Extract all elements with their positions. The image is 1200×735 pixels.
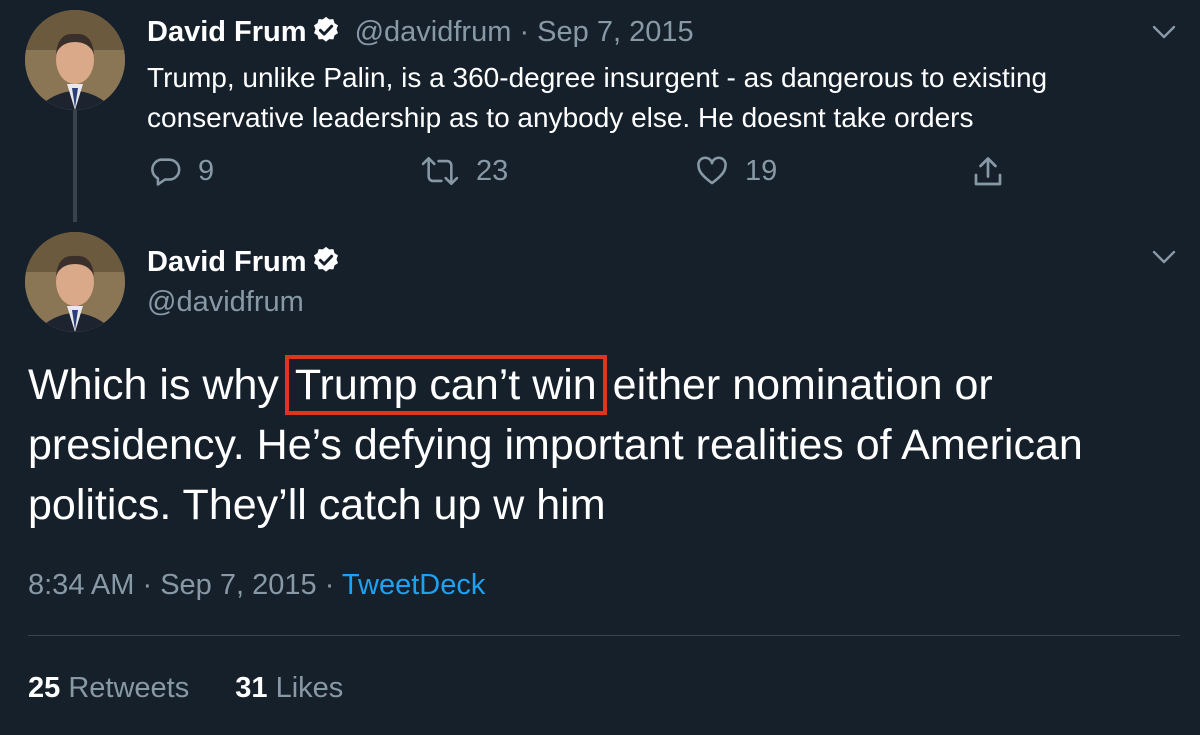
divider <box>28 635 1180 636</box>
tweet-source-link[interactable]: TweetDeck <box>342 569 485 601</box>
retweet-icon <box>420 154 460 188</box>
separator: · <box>519 16 530 48</box>
author-handle[interactable]: @davidfrum <box>355 16 512 48</box>
tweet-stats: 25 Retweets 31 Likes <box>28 669 381 707</box>
retweet-button[interactable]: 23 <box>420 154 508 188</box>
tweet-date[interactable]: Sep 7, 2015 <box>537 16 693 48</box>
like-button[interactable]: 19 <box>695 154 777 188</box>
share-button[interactable] <box>970 154 1006 190</box>
like-icon <box>695 154 729 188</box>
separator: · <box>324 569 335 601</box>
parent-tweet-header: David Frum @davidfrum · Sep 7, 2015 <box>147 13 694 55</box>
retweets-stat[interactable]: 25 Retweets <box>28 669 189 707</box>
likes-stat[interactable]: 31 Likes <box>235 669 343 707</box>
author-name[interactable]: David Frum <box>147 16 307 48</box>
parent-tweet-text: Trump, unlike Palin, is a 360-degree ins… <box>147 62 1048 133</box>
tweet-thread: David Frum @davidfrum · Sep 7, 2015 Trum… <box>0 0 1200 735</box>
reply-count: 9 <box>198 154 215 187</box>
tweet-text-start: Which is why <box>28 361 291 409</box>
highlighted-phrase: Trump can’t win <box>284 355 607 415</box>
chevron-down-icon[interactable] <box>1151 247 1177 272</box>
chevron-down-icon[interactable] <box>1151 22 1177 47</box>
avatar[interactable] <box>25 10 125 110</box>
like-total: 31 <box>235 672 268 704</box>
tweet-date[interactable]: Sep 7, 2015 <box>160 569 316 601</box>
avatar[interactable] <box>25 232 125 332</box>
verified-badge-icon <box>311 245 341 285</box>
retweet-count: 23 <box>476 154 509 187</box>
thread-connector-line <box>73 110 77 222</box>
main-tweet-author: David Frum <box>147 243 347 285</box>
reply-button[interactable]: 9 <box>148 154 214 188</box>
reply-icon <box>148 154 182 188</box>
share-icon <box>970 154 1006 190</box>
retweet-total: 25 <box>28 672 61 704</box>
tweet-metadata: 8:34 AM · Sep 7, 2015 · TweetDeck <box>28 566 485 604</box>
separator: · <box>142 569 153 601</box>
likes-label: Likes <box>275 672 344 704</box>
tweet-time[interactable]: 8:34 AM <box>28 569 134 601</box>
author-name[interactable]: David Frum <box>147 246 307 278</box>
retweets-label: Retweets <box>68 672 190 704</box>
author-handle[interactable]: @davidfrum <box>147 283 304 321</box>
main-tweet-text: Which is why Trump can’t win either nomi… <box>28 355 1178 535</box>
like-count: 19 <box>745 154 778 187</box>
verified-badge-icon <box>311 15 341 55</box>
